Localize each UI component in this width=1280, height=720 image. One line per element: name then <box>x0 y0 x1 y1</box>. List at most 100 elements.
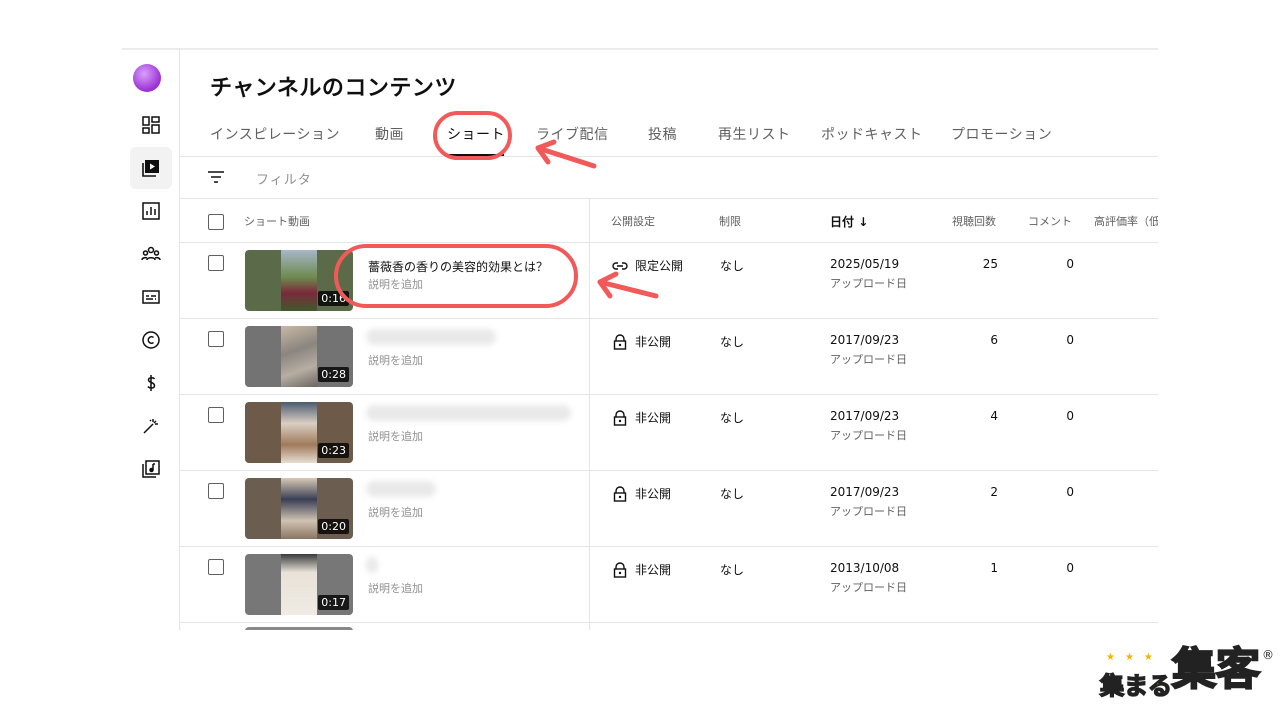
duration-badge: 0:20 <box>318 519 349 534</box>
community-icon[interactable] <box>130 233 172 275</box>
highlight-circle-tab <box>433 111 512 160</box>
earn-icon[interactable] <box>130 362 172 404</box>
sidebar <box>122 48 180 630</box>
visibility-cell[interactable]: 非公開 <box>612 485 671 502</box>
thumbnail-image <box>281 250 317 311</box>
visibility-label: 非公開 <box>635 487 672 501</box>
col-header-restriction[interactable]: 制限 <box>719 213 741 229</box>
date-value: 2017/09/23 <box>830 409 900 423</box>
audio-library-icon[interactable] <box>130 448 172 490</box>
date-type: アップロード日 <box>830 505 907 518</box>
col-header-date[interactable]: 日付 ↓ <box>830 213 868 230</box>
col-header-date-label: 日付 <box>830 215 855 229</box>
tab-posts[interactable]: 投稿 <box>648 124 677 144</box>
thumbnail-image <box>281 326 317 387</box>
duration-badge: 0:17 <box>318 595 349 610</box>
content-icon[interactable] <box>130 147 172 189</box>
restriction-value: なし <box>720 411 745 425</box>
date-type: アップロード日 <box>830 353 907 366</box>
filter-divider <box>180 198 1158 199</box>
copyright-icon[interactable] <box>130 319 172 361</box>
video-description[interactable]: 説明を追加 <box>368 428 423 444</box>
views-value: 4 <box>990 409 998 423</box>
row-checkbox[interactable] <box>208 255 224 271</box>
comments-value[interactable]: 0 <box>1010 257 1074 271</box>
restriction-value: なし <box>720 335 745 349</box>
col-header-comments[interactable]: コメント <box>1028 213 1072 229</box>
restriction-value: なし <box>720 487 745 501</box>
tab-promotions[interactable]: プロモーション <box>951 124 1052 144</box>
logo-text-big: 集客 <box>1171 644 1261 695</box>
dashboard-icon[interactable] <box>130 104 172 146</box>
page-title: チャンネルのコンテンツ <box>210 76 457 101</box>
comments-value[interactable]: 0 <box>1010 485 1074 499</box>
restriction-value: なし <box>720 259 745 273</box>
blurred-title <box>366 329 496 345</box>
video-description[interactable]: 説明を追加 <box>368 580 423 596</box>
video-thumbnail[interactable]: 0:23 <box>245 402 353 463</box>
blurred-title <box>366 557 378 573</box>
visibility-label: 非公開 <box>635 335 672 349</box>
analytics-icon[interactable] <box>130 190 172 232</box>
lock-icon <box>613 333 627 350</box>
tab-playlists[interactable]: 再生リスト <box>718 124 791 144</box>
brand-logo: ★★★ 集まる 集客 ® <box>1098 644 1274 704</box>
registered-mark: ® <box>1262 648 1274 662</box>
row-checkbox[interactable] <box>208 407 224 423</box>
channel-avatar[interactable] <box>133 64 161 92</box>
logo-text-small: 集まる <box>1099 671 1173 701</box>
visibility-cell[interactable]: 非公開 <box>612 409 671 426</box>
row-checkbox[interactable] <box>208 483 224 499</box>
filter-icon[interactable] <box>208 169 224 185</box>
comments-value[interactable]: 0 <box>1010 333 1074 347</box>
blurred-title <box>366 481 436 497</box>
blurred-title <box>366 405 571 421</box>
visibility-label: 非公開 <box>635 563 672 577</box>
tab-inspiration[interactable]: インスピレーション <box>210 124 340 144</box>
subtitles-icon[interactable] <box>130 276 172 318</box>
lock-icon <box>613 561 627 578</box>
tab-videos[interactable]: 動画 <box>375 124 404 144</box>
date-type: アップロード日 <box>830 429 907 442</box>
customization-icon[interactable] <box>130 405 172 447</box>
table-row[interactable]: 0:28 説明を追加 非公開 なし 2017/09/23 アップロード日 6 0 <box>180 319 1158 395</box>
tabs-divider <box>180 156 1158 157</box>
visibility-cell[interactable]: 非公開 <box>612 333 671 350</box>
duration-badge: 0:28 <box>318 367 349 382</box>
visibility-cell[interactable]: 非公開 <box>612 561 671 578</box>
date-type: アップロード日 <box>830 581 907 594</box>
views-value: 6 <box>990 333 998 347</box>
comments-value[interactable]: 0 <box>1010 561 1074 575</box>
arrow-icon <box>535 139 597 169</box>
date-value: 2025/05/19 <box>830 257 900 271</box>
top-border <box>122 48 1158 50</box>
video-thumbnail-partial[interactable] <box>245 627 353 630</box>
col-header-views[interactable]: 視聴回数 <box>952 213 996 229</box>
video-thumbnail[interactable]: 0:28 <box>245 326 353 387</box>
date-value: 2017/09/23 <box>830 485 900 499</box>
table-row[interactable]: 0:16 薔薇香の香りの美容的効果とは？ 説明を追加 限定公開 なし 2025/… <box>180 243 1158 319</box>
table-row[interactable]: 0:20 説明を追加 非公開 なし 2017/09/23 アップロード日 2 0 <box>180 471 1158 547</box>
thumbnail-image <box>281 402 317 463</box>
visibility-label: 非公開 <box>635 411 672 425</box>
video-thumbnail[interactable]: 0:17 <box>245 554 353 615</box>
restriction-value: なし <box>720 563 745 577</box>
thumbnail-image <box>281 478 317 539</box>
row-checkbox[interactable] <box>208 559 224 575</box>
table-row[interactable]: 0:17 説明を追加 非公開 なし 2013/10/08 アップロード日 1 0 <box>180 547 1158 623</box>
col-header-likes[interactable]: 高評価率（低 <box>1094 213 1158 229</box>
comments-value[interactable]: 0 <box>1010 409 1074 423</box>
video-thumbnail[interactable]: 0:20 <box>245 478 353 539</box>
tab-podcasts[interactable]: ポッドキャスト <box>821 124 923 144</box>
thumbnail-image <box>281 554 317 615</box>
select-all-checkbox[interactable] <box>208 214 224 230</box>
lock-icon <box>613 485 627 502</box>
filter-input[interactable]: フィルタ <box>256 169 312 188</box>
lock-icon <box>613 409 627 426</box>
col-header-visibility[interactable]: 公開設定 <box>611 213 655 229</box>
row-checkbox[interactable] <box>208 331 224 347</box>
table-row[interactable]: 0:23 説明を追加 非公開 なし 2017/09/23 アップロード日 4 0 <box>180 395 1158 471</box>
video-description[interactable]: 説明を追加 <box>368 504 423 520</box>
video-description[interactable]: 説明を追加 <box>368 352 423 368</box>
views-value: 2 <box>990 485 998 499</box>
